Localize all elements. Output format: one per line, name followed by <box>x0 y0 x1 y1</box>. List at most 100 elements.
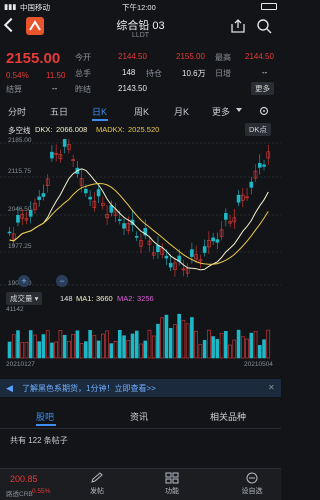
active-tab-underline <box>92 119 108 121</box>
volume-bar <box>117 329 122 359</box>
volume-chart[interactable]: 41142 20210127 20210504 <box>0 306 281 368</box>
add-watchlist-button[interactable]: 设自选 <box>236 472 268 496</box>
volume-selector[interactable]: 成交量 ▾ <box>6 292 43 305</box>
volume-bar <box>143 340 148 359</box>
candle <box>117 219 122 221</box>
y-tick-3: 1977.25 <box>8 243 32 250</box>
bottom-toolbar: 200.85 路透CRB 0.55% 发帖 功能 设自选 <box>0 468 281 500</box>
volume-bar <box>194 330 198 359</box>
volume-bar <box>257 345 262 359</box>
close-icon[interactable]: ✕ <box>268 383 275 392</box>
volume-bar <box>88 330 92 359</box>
volume-bar <box>130 333 135 359</box>
watchlist-label: 设自选 <box>241 488 263 495</box>
function-button[interactable]: 功能 <box>160 472 184 496</box>
volume-bar <box>96 340 101 359</box>
volume-bar <box>71 334 75 359</box>
more-button[interactable]: 更多 <box>251 82 274 95</box>
divider <box>0 428 281 429</box>
zoom-out-icon[interactable]: − <box>56 275 68 287</box>
volume-bar <box>84 341 88 359</box>
volume-bar <box>41 334 46 359</box>
change-value: 11.50 <box>46 71 66 80</box>
candle <box>88 196 92 200</box>
volume-bar <box>50 342 54 359</box>
share-icon[interactable] <box>230 18 246 36</box>
kline-chart[interactable]: 2185.00 2115.75 2046.50 1977.25 1908.00 … <box>0 137 281 287</box>
volume-bar <box>11 334 16 359</box>
zoom-in-icon[interactable]: + <box>18 275 30 287</box>
settings-icon[interactable] <box>258 105 270 119</box>
dk-point-button[interactable]: DK点 <box>245 123 271 136</box>
date-end: 20210504 <box>244 361 273 368</box>
tab-forum[interactable]: 股吧 <box>36 410 54 423</box>
tab-month-k[interactable]: 月K <box>174 105 189 118</box>
volume-bar <box>20 342 25 359</box>
volume-bar <box>62 334 67 359</box>
promo-banner[interactable]: ◀ 了解黑色系期货，1分钟！立即查看>> ✕ <box>0 379 281 397</box>
madkx-value: 2025.520 <box>128 125 160 134</box>
index-price[interactable]: 200.85 <box>10 474 38 484</box>
candle <box>41 193 46 197</box>
volume-bar <box>139 343 143 359</box>
ma2-value: 3256 <box>137 294 154 303</box>
tab-five-day[interactable]: 五日 <box>50 105 68 118</box>
candle <box>16 215 20 223</box>
volume-bar <box>24 341 29 359</box>
y-tick-1: 2115.75 <box>8 168 32 175</box>
post-button[interactable]: 发帖 <box>85 472 109 496</box>
volume-bar <box>207 329 211 359</box>
tab-day-k[interactable]: 日K <box>92 105 107 118</box>
section-tabs: 股吧 资讯 相关品种 <box>0 407 281 427</box>
tab-week-k[interactable]: 周K <box>134 105 149 118</box>
prev-settle-value: 2143.50 <box>118 84 147 93</box>
volume-bar <box>262 339 266 359</box>
dkx-value: 2066.008 <box>56 125 88 134</box>
indicator-name: 多空线 <box>8 126 31 135</box>
volume-bar <box>113 340 118 359</box>
hold-label: 持仓 <box>146 69 162 78</box>
volume-max-label: 41142 <box>6 306 24 313</box>
candle <box>236 195 241 203</box>
change-pct: 0.54% <box>6 71 29 80</box>
volume-bar <box>75 330 80 359</box>
volume-bar <box>109 343 114 359</box>
volume-bar <box>147 329 152 359</box>
volume-bar <box>54 341 58 359</box>
period-tabs: 分时 五日 日K 周K 月K 更多 <box>0 103 281 121</box>
function-label: 功能 <box>165 488 179 495</box>
candle <box>134 236 139 238</box>
volume-bar <box>215 339 220 359</box>
minus-circle-icon <box>246 472 258 484</box>
volume-bar <box>151 335 156 359</box>
nav-bar: 综合铅 03 LLDT <box>0 14 281 44</box>
battery-icon <box>261 3 277 10</box>
tab-related[interactable]: 相关品种 <box>210 410 246 423</box>
ma1-label: MA1: <box>76 294 94 303</box>
madkx-label: MADKX: <box>96 125 125 134</box>
settle-label: 结算 <box>6 85 22 94</box>
y-tick-2: 2046.50 <box>8 206 32 213</box>
volume-bar <box>245 338 249 359</box>
tab-minute[interactable]: 分时 <box>8 105 26 118</box>
volume-bar <box>37 341 41 359</box>
volume-bar <box>253 331 258 359</box>
signal-icon: ▮▮▮ <box>4 2 17 11</box>
candle <box>96 189 101 197</box>
tab-news[interactable]: 资讯 <box>130 410 148 423</box>
total-label: 总手 <box>75 69 91 78</box>
search-icon[interactable] <box>256 18 272 36</box>
volume-bar <box>79 342 84 359</box>
volume-bar <box>28 330 33 359</box>
candle <box>164 255 169 259</box>
candle <box>262 164 266 167</box>
date-start: 20210127 <box>6 361 35 368</box>
tab-more[interactable]: 更多 <box>212 105 230 118</box>
volume-bar <box>7 341 12 359</box>
volume-bar <box>101 333 105 359</box>
volume-bar <box>266 329 271 359</box>
volume-bar <box>211 336 215 359</box>
volume-bar <box>126 340 131 359</box>
volume-value: 148 <box>60 294 73 303</box>
volume-bar <box>232 339 237 359</box>
